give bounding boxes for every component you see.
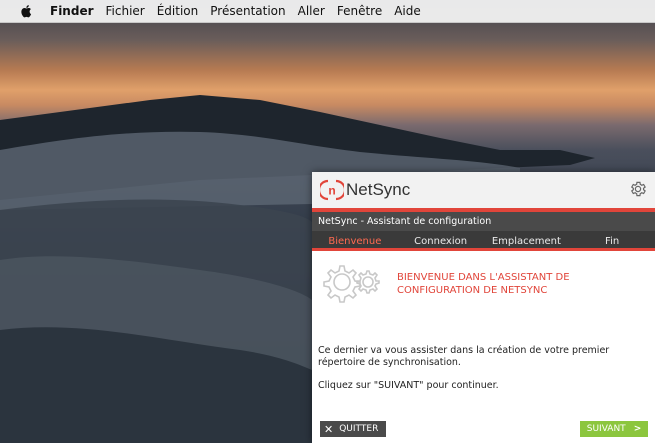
menu-fichier[interactable]: Fichier [106, 4, 145, 18]
menu-aller[interactable]: Aller [298, 4, 325, 18]
next-button[interactable]: SUIVANT > [580, 421, 648, 437]
netsync-window: n NetSync NetSync - Assistant de configu… [312, 172, 655, 443]
netsync-logo: n NetSync [320, 179, 410, 201]
welcome-line-1: BIENVENUE DANS L'ASSISTANT DE [397, 272, 570, 283]
menu-fenetre[interactable]: Fenêtre [337, 4, 382, 18]
tab-underline [312, 248, 655, 251]
welcome-heading: BIENVENUE DANS L'ASSISTANT DE CONFIGURAT… [397, 271, 627, 297]
netsync-logo-icon: n [320, 179, 344, 201]
wizard-tabs: Bienvenue Connexion Emplacement Fin [312, 231, 655, 251]
menu-aide[interactable]: Aide [394, 4, 421, 18]
gear-icon[interactable] [629, 180, 647, 202]
menu-presentation[interactable]: Présentation [210, 4, 285, 18]
apple-icon[interactable] [20, 4, 34, 18]
gears-icon [322, 263, 382, 307]
app-name: NetSync [346, 180, 411, 199]
menu-bar: Finder Fichier Édition Présentation Alle… [0, 0, 655, 23]
quit-button[interactable]: ✕ QUITTER [320, 421, 386, 437]
window-header: n NetSync [312, 172, 655, 208]
next-label: SUIVANT [586, 424, 626, 434]
logo-letter: n [328, 184, 335, 198]
instruction-text: Cliquez sur "SUIVANT" pour continuer. [318, 380, 499, 391]
menu-edition[interactable]: Édition [157, 4, 199, 18]
window-title: NetSync - Assistant de configuration [312, 212, 655, 231]
chevron-right-icon: > [633, 424, 642, 434]
description-text: Ce dernier va vous assister dans la créa… [318, 345, 610, 368]
menu-finder[interactable]: Finder [50, 4, 94, 18]
quit-label: QUITTER [339, 424, 379, 434]
welcome-line-2: CONFIGURATION DE NETSYNC [397, 285, 548, 296]
close-icon: ✕ [324, 422, 334, 436]
